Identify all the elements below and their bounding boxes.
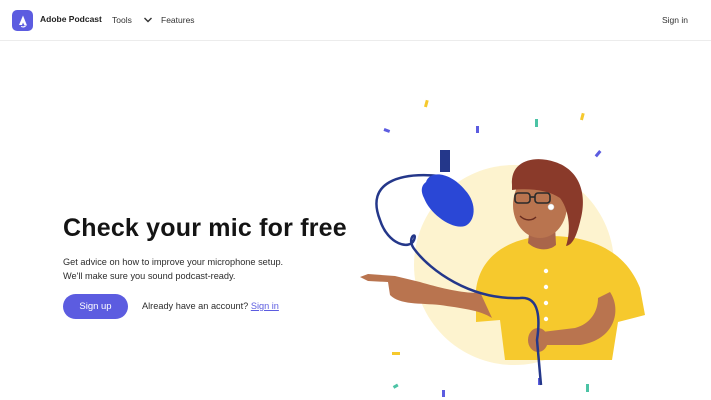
nav-tools-label: Tools	[112, 15, 132, 25]
podcaster-illustration	[360, 99, 645, 397]
adobe-podcast-logo-icon[interactable]	[12, 10, 33, 31]
brand-name[interactable]: Adobe Podcast	[40, 14, 102, 24]
hero-subtitle-line1: Get advice on how to improve your microp…	[63, 257, 284, 267]
nav-features-link[interactable]: Features	[161, 15, 195, 25]
hero-subtitle-line2: We'll make sure you sound podcast-ready.	[63, 271, 236, 281]
signin-link[interactable]: Sign in	[251, 301, 279, 311]
nav-signin-link[interactable]: Sign in	[662, 15, 688, 25]
account-prompt-text: Already have an account?	[142, 301, 249, 311]
account-prompt-row: Already have an account? Sign in	[142, 301, 279, 311]
chevron-down-icon	[143, 17, 152, 23]
page-title: Check your mic for free	[63, 214, 347, 242]
top-navbar: Adobe Podcast Tools Features Sign in	[0, 0, 711, 41]
nav-tools-menu[interactable]: Tools	[112, 15, 154, 25]
signup-button[interactable]: Sign up	[63, 294, 128, 319]
hero-subtitle: Get advice on how to improve your microp…	[63, 255, 283, 283]
